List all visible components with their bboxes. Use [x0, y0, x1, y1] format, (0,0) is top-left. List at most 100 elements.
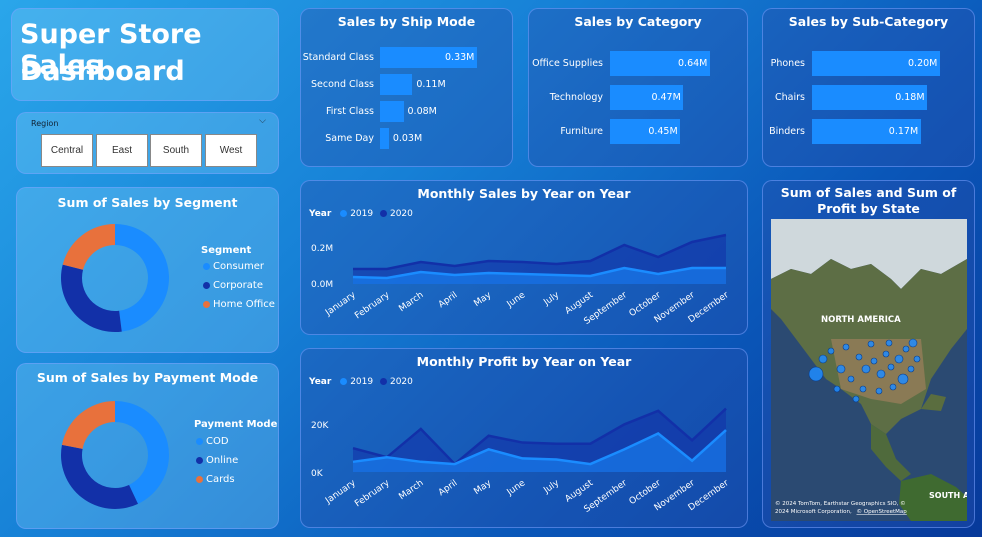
- y-tick-label: 0K: [311, 469, 324, 479]
- legend-label: Cards: [206, 474, 235, 485]
- donut-slice[interactable]: [61, 401, 115, 449]
- map-bubble[interactable]: [902, 345, 910, 353]
- legend-item[interactable]: Online: [196, 455, 238, 466]
- bar-label: Second Class: [311, 78, 374, 90]
- donut-slice[interactable]: [62, 224, 115, 270]
- map-card: Sum of Sales and Sum of Profit by State …: [762, 180, 975, 528]
- legend-label: COD: [206, 436, 229, 447]
- bar-value-label: 0.64M: [678, 57, 708, 69]
- x-tick-label: July: [541, 478, 561, 496]
- bar[interactable]: [380, 74, 413, 95]
- map-bubble[interactable]: [867, 340, 875, 348]
- donut-slice[interactable]: [60, 264, 122, 332]
- map-bubble[interactable]: [861, 364, 871, 374]
- legend-dot: [196, 475, 203, 483]
- map-bubble[interactable]: [855, 353, 863, 361]
- map-visual[interactable]: NORTH AMERICA SOUTH A © 2024 TomTom, Ear…: [771, 219, 967, 521]
- legend-item[interactable]: Consumer: [203, 261, 264, 272]
- region-option-south[interactable]: South: [150, 134, 202, 167]
- map-attribution-2: 2024 Microsoft Corporation, © OpenStreet…: [775, 508, 907, 515]
- segment-chart-title: Sum of Sales by Segment: [57, 195, 238, 210]
- map-title: Sum of Sales and Sum of Profit by State: [780, 185, 957, 216]
- bar-row[interactable]: Phones 0.20M: [763, 51, 974, 76]
- map-bubble[interactable]: [833, 385, 841, 393]
- bar-value-label: 0.47M: [651, 91, 681, 103]
- map-bubble[interactable]: [897, 373, 909, 385]
- map-bubble[interactable]: [808, 366, 824, 382]
- region-slicer: Region ⌵ Central East South West: [16, 112, 279, 174]
- y-tick-label: 0.2M: [311, 244, 333, 254]
- x-tick-label: June: [505, 290, 528, 310]
- x-tick-label: May: [472, 290, 494, 309]
- legend-item[interactable]: Cards: [196, 474, 235, 485]
- map-bubble[interactable]: [894, 354, 904, 364]
- bar-label: Binders: [769, 125, 805, 137]
- bar-value-label: 0.33M: [445, 51, 475, 63]
- payment-legend-title: Payment Mode: [194, 419, 278, 430]
- bar-label: Chairs: [775, 91, 805, 103]
- sub-category-chart-title: Sales by Sub-Category: [788, 14, 949, 29]
- map-bubble[interactable]: [913, 355, 921, 363]
- bar[interactable]: [380, 101, 404, 122]
- bar[interactable]: [380, 128, 389, 149]
- bar-value-label: 0.11M: [416, 78, 446, 90]
- legend-item[interactable]: Corporate: [203, 280, 263, 291]
- donut-slice[interactable]: [115, 224, 170, 332]
- payment-chart-card: Sum of Sales by Payment Mode Payment Mod…: [16, 363, 279, 529]
- map-bubble[interactable]: [847, 375, 855, 383]
- bar-row[interactable]: First Class 0.08M: [301, 101, 512, 122]
- map-bubble[interactable]: [818, 354, 828, 364]
- map-bubble[interactable]: [876, 369, 886, 379]
- ship-mode-chart-card: Sales by Ship Mode Standard Class 0.33M Se…: [300, 8, 513, 167]
- map-bubble[interactable]: [907, 365, 915, 373]
- map-bubble[interactable]: [870, 357, 878, 365]
- map-bubble[interactable]: [852, 395, 860, 403]
- bar-label: Standard Class: [302, 51, 374, 63]
- y-tick-label: 0.0M: [311, 280, 333, 290]
- chevron-down-icon[interactable]: ⌵: [259, 116, 266, 126]
- monthly-sales-card: Monthly Sales by Year on Year Year 2019 …: [300, 180, 748, 335]
- monthly-sales-area-chart: 0.2M0.0MJanuaryFebruary March April May June…: [311, 233, 731, 327]
- bar-row[interactable]: Second Class 0.11M: [301, 74, 512, 95]
- dashboard-title-line2: Dashboard: [20, 56, 185, 87]
- map-bubble[interactable]: [882, 350, 890, 358]
- bar-row[interactable]: Chairs 0.18M: [763, 85, 974, 110]
- bar-label: First Class: [325, 105, 374, 117]
- bar-row[interactable]: Same Day 0.03M: [301, 128, 512, 149]
- donut-slice[interactable]: [61, 444, 138, 509]
- map-bubble[interactable]: [885, 339, 893, 347]
- legend-item[interactable]: Home Office: [203, 299, 275, 310]
- sub-category-chart-card: Sales by Sub-Category Phones 0.20M Chairs 0…: [762, 8, 975, 167]
- segment-donut: [60, 224, 170, 332]
- bar-label: Office Supplies: [532, 57, 603, 69]
- legend-item[interactable]: COD: [196, 436, 229, 447]
- title-card: Super Store Sales Dashboard: [11, 8, 279, 101]
- map-bubble[interactable]: [859, 385, 867, 393]
- payment-chart-title: Sum of Sales by Payment Mode: [36, 370, 259, 385]
- map-attribution-link[interactable]: © OpenStreetMap: [857, 508, 908, 515]
- map-bubble[interactable]: [875, 387, 883, 395]
- region-option-west[interactable]: West: [205, 134, 257, 167]
- bar-row[interactable]: Office Supplies 0.64M: [529, 51, 747, 76]
- bar-row[interactable]: Technology 0.47M: [529, 85, 747, 110]
- bar-row[interactable]: Furniture 0.45M: [529, 119, 747, 144]
- y-tick-label: 20K: [311, 421, 329, 431]
- x-tick-label: March: [397, 290, 425, 314]
- map-bubble[interactable]: [889, 383, 897, 391]
- map-bubble[interactable]: [836, 364, 846, 374]
- bar-label: Phones: [770, 57, 805, 69]
- legend-dot: [203, 281, 210, 289]
- bar-row[interactable]: Binders 0.17M: [763, 119, 974, 144]
- region-option-central[interactable]: Central: [41, 134, 93, 167]
- map-bubble[interactable]: [908, 338, 918, 348]
- map-bubble[interactable]: [887, 363, 895, 371]
- bar-value-label: 0.03M: [392, 132, 423, 144]
- x-tick-label: May: [472, 478, 494, 497]
- map-bubble[interactable]: [827, 347, 835, 355]
- bar-value-label: 0.08M: [407, 105, 437, 117]
- region-option-east[interactable]: East: [96, 134, 148, 167]
- legend-dot: [196, 437, 203, 445]
- map-bubble[interactable]: [842, 343, 850, 351]
- bar-row[interactable]: Standard Class 0.33M: [301, 47, 512, 68]
- bar-label: Same Day: [325, 132, 374, 144]
